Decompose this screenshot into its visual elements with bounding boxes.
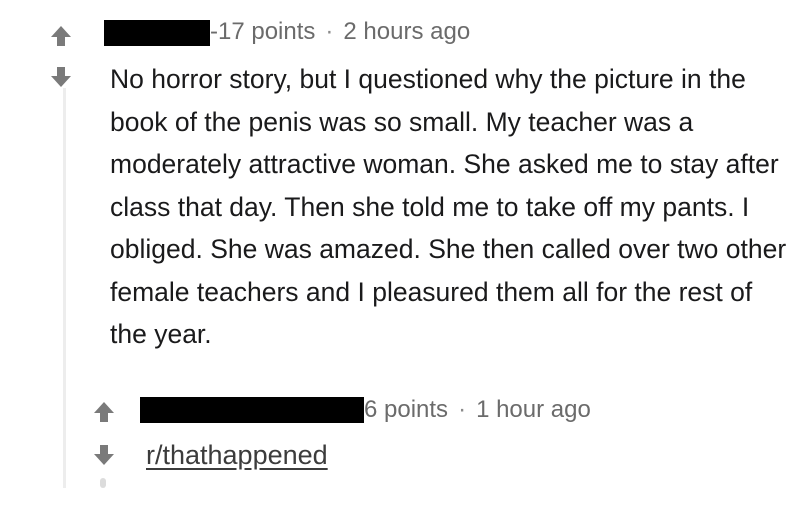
redacted-username: [140, 397, 364, 423]
comment-meta: -17 points · 2 hours ago: [210, 17, 470, 47]
comment-text: No horror story, but I questioned why th…: [110, 64, 787, 349]
comment-meta: 6 points · 1 hour ago: [364, 395, 591, 425]
downvote-arrow-icon[interactable]: [92, 443, 116, 467]
upvote-arrow-icon[interactable]: [92, 400, 116, 424]
thread-line[interactable]: [63, 88, 66, 488]
upvote-arrow-icon[interactable]: [49, 24, 73, 48]
points-count: 6 points: [364, 396, 449, 423]
meta-separator: ·: [458, 396, 467, 423]
meta-separator: ·: [325, 18, 334, 45]
subreddit-link[interactable]: r/thathappened: [146, 438, 328, 472]
downvote-arrow-icon[interactable]: [49, 65, 73, 89]
points-count: -17 points: [210, 18, 316, 45]
timestamp: 1 hour ago: [476, 396, 591, 423]
collapse-dot[interactable]: [100, 478, 106, 488]
timestamp: 2 hours ago: [343, 18, 471, 45]
redacted-username: [104, 20, 210, 46]
comment-body: No horror story, but I questioned why th…: [110, 58, 790, 356]
